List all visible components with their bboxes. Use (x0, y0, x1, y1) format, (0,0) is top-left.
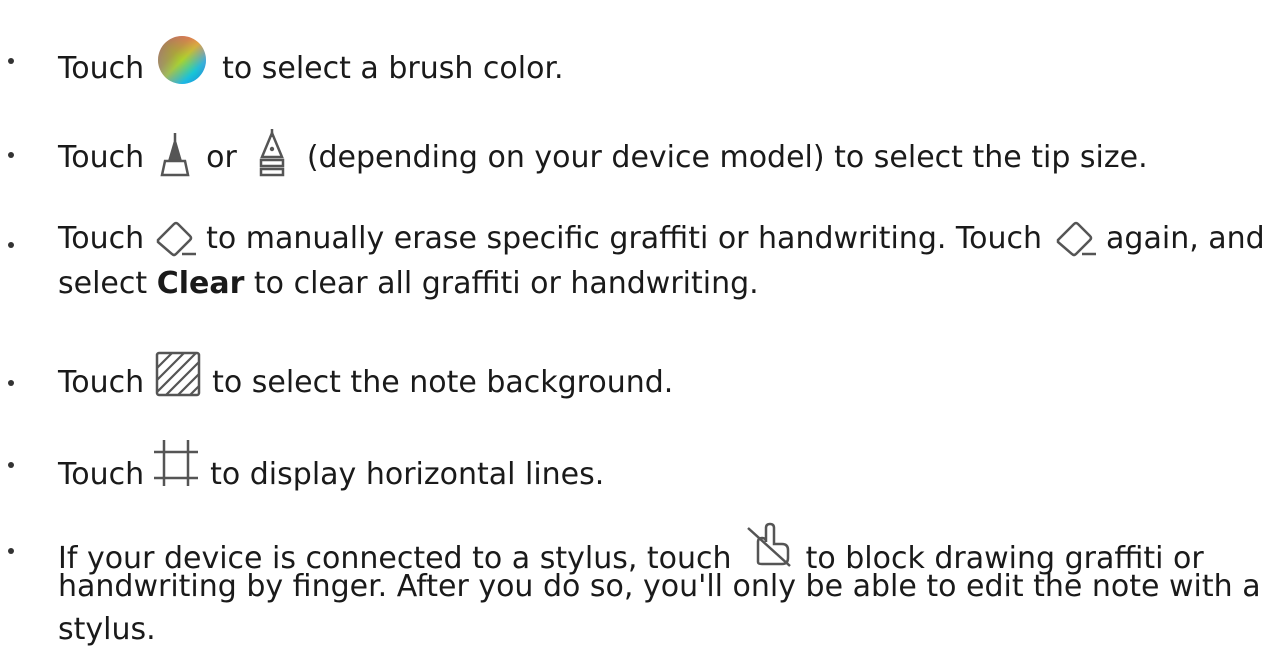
item-text: Touch (58, 221, 145, 256)
bullet (8, 548, 14, 554)
bullet (8, 380, 14, 386)
item-text: or (206, 140, 237, 175)
item-text: handwriting by finger. After you do so, … (58, 569, 1261, 604)
item-text: again, and (1106, 221, 1265, 256)
item-text: Touch (58, 365, 145, 400)
bullet (8, 462, 14, 468)
item-text: to select a brush color. (222, 51, 564, 86)
item-line-2: select Clear to clear all graffiti or ha… (58, 264, 759, 304)
item-line: Touch to manually erase specific graffit… (58, 218, 1265, 269)
bullet (8, 58, 14, 64)
horizontal-lines-icon (152, 438, 200, 499)
item-text: to manually erase specific graffiti or h… (206, 221, 1043, 256)
eraser-icon (1052, 218, 1098, 269)
eraser-icon (152, 218, 198, 269)
color-wheel-icon (154, 36, 210, 99)
bullet (8, 242, 14, 248)
item-text: stylus. (58, 612, 156, 647)
item-text: to display horizontal lines. (210, 457, 605, 492)
brush-tip-icon (158, 131, 192, 188)
background-hatch-icon (154, 350, 202, 409)
item-line: Touch to display horizontal lines. (58, 438, 604, 499)
item-text: Touch (58, 140, 145, 175)
item-line: Touch to select the note background. (58, 350, 673, 409)
item-text: (depending on your device model) to sele… (306, 140, 1148, 175)
item-line: Touch to select a brush color. (58, 36, 564, 99)
item-text: to select the note background. (212, 365, 674, 400)
item-text: Touch (58, 51, 145, 86)
pen-tip-icon (255, 127, 289, 188)
item-text: select (58, 266, 148, 301)
bullet (8, 152, 14, 158)
item-line-3: stylus. (58, 610, 156, 650)
item-text: Touch (58, 457, 145, 492)
item-line-2: handwriting by finger. After you do so, … (58, 567, 1261, 607)
clear-label: Clear (156, 266, 245, 301)
item-text: to clear all graffiti or handwriting. (253, 266, 759, 301)
item-line: Touch or (depending on your device model… (58, 127, 1148, 188)
